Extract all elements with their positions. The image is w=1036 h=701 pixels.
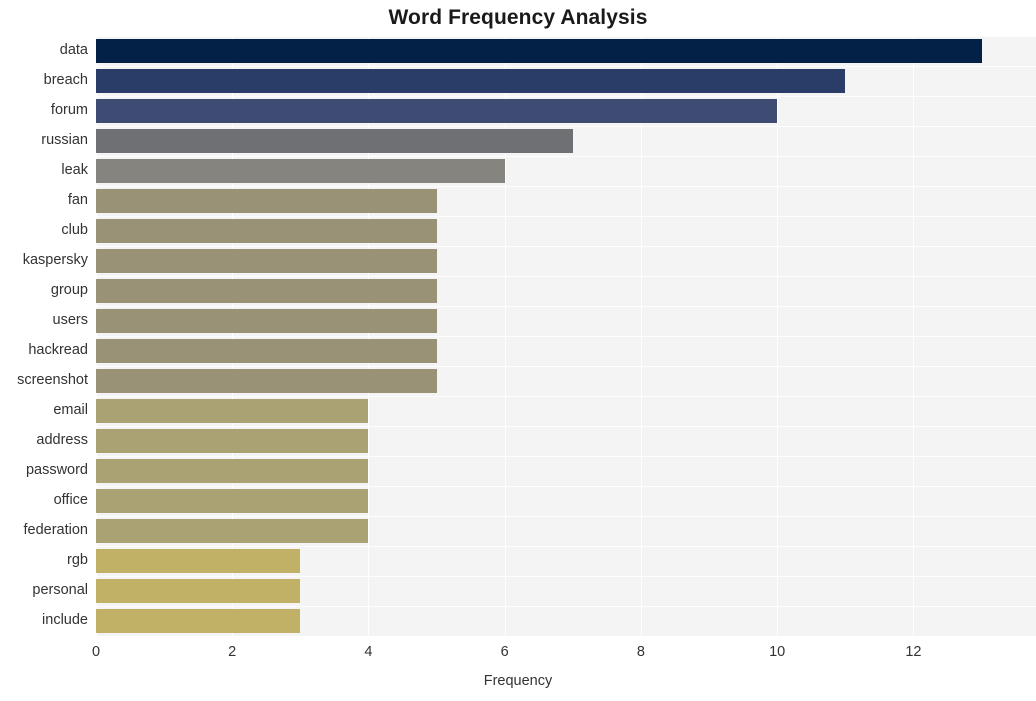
y-tick-label: password: [25, 462, 88, 478]
chart-figure: Word Frequency Analysis data breach forum r…: [0, 0, 1036, 701]
bar[interactable]: [96, 399, 369, 423]
bar-row: [96, 156, 1036, 186]
y-tick-label: include: [42, 612, 88, 628]
bar[interactable]: [96, 189, 437, 213]
bar-row: [96, 96, 1036, 126]
bar[interactable]: [96, 369, 437, 393]
bar[interactable]: [96, 39, 982, 63]
plot-area: [96, 36, 1036, 636]
bar[interactable]: [96, 159, 505, 183]
bar[interactable]: [96, 309, 437, 333]
y-tick-label: fan: [67, 192, 88, 208]
bar-row: [96, 66, 1036, 96]
bar[interactable]: [96, 219, 437, 243]
x-tick-label: 12: [905, 644, 922, 660]
bar-row: [96, 546, 1036, 576]
bar-row: [96, 366, 1036, 396]
bar-row: [96, 246, 1036, 276]
bar-row: [96, 336, 1036, 366]
bar-row: [96, 306, 1036, 336]
bar-row: [96, 606, 1036, 636]
bar-row: [96, 126, 1036, 156]
bar[interactable]: [96, 69, 846, 93]
bar[interactable]: [96, 459, 369, 483]
bar-row: [96, 576, 1036, 606]
bar-row: [96, 486, 1036, 516]
bar[interactable]: [96, 339, 437, 363]
y-tick-label: federation: [23, 522, 89, 538]
y-tick-label: rgb: [67, 552, 88, 568]
x-axis-tick-labels: 0 2 4 6 8 10 12: [92, 636, 1036, 666]
y-tick-label: hackread: [28, 342, 88, 358]
chart-title: Word Frequency Analysis: [388, 6, 648, 29]
y-tick-label: breach: [43, 72, 88, 88]
y-tick-label: users: [52, 312, 88, 328]
y-tick-label: screenshot: [17, 372, 88, 388]
y-tick-label: office: [53, 492, 88, 508]
bar-row: [96, 456, 1036, 486]
bar[interactable]: [96, 609, 301, 633]
bar[interactable]: [96, 129, 573, 153]
y-tick-label: address: [36, 432, 88, 448]
bar-row: [96, 516, 1036, 546]
y-tick-label: kaspersky: [22, 252, 88, 268]
x-tick-label: 0: [91, 644, 101, 660]
y-tick-label: data: [59, 42, 88, 58]
bar[interactable]: [96, 429, 369, 453]
x-axis-title: Frequency: [483, 673, 553, 689]
bar[interactable]: [96, 519, 369, 543]
bar-row: [96, 186, 1036, 216]
bar[interactable]: [96, 579, 301, 603]
bar-row: [96, 426, 1036, 456]
bar[interactable]: [96, 489, 369, 513]
x-tick-label: 10: [769, 644, 786, 660]
x-tick-label: 2: [228, 644, 237, 660]
bar[interactable]: [96, 249, 437, 273]
y-axis-tick-labels: data breach forum russian leak fan club kaspers…: [0, 36, 88, 636]
x-tick-label: 6: [500, 644, 509, 660]
y-tick-label: club: [61, 222, 88, 238]
y-tick-label: email: [53, 402, 88, 418]
y-tick-label: group: [50, 282, 88, 298]
y-tick-label: russian: [41, 132, 88, 148]
bar[interactable]: [96, 279, 437, 303]
y-tick-label: leak: [61, 162, 88, 178]
bar-row: [96, 276, 1036, 306]
bar-row: [96, 36, 1036, 66]
bar[interactable]: [96, 99, 778, 123]
bar-row: [96, 216, 1036, 246]
y-tick-label: personal: [32, 582, 88, 598]
bar[interactable]: [96, 549, 301, 573]
x-tick-label: 8: [636, 644, 645, 660]
bar-row: [96, 396, 1036, 426]
y-tick-label: forum: [50, 102, 88, 118]
x-tick-label: 4: [364, 644, 373, 660]
